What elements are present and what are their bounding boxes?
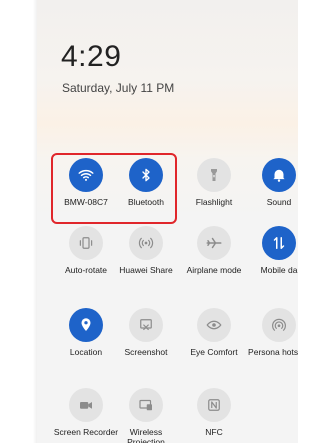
- tile-nfc[interactable]: NFC: [179, 388, 249, 443]
- tile-airplane-mode[interactable]: Airplane mode: [179, 226, 249, 288]
- hotspot-icon: [262, 308, 296, 342]
- tile-wireless-projection[interactable]: Wireless Projection: [111, 388, 181, 443]
- tile-personal-hotspot[interactable]: Persona hotspot: [244, 308, 298, 370]
- eye-icon: [197, 308, 231, 342]
- quick-settings-panel: 4:29 Saturday, July 11 PM BMW-08C7 Bluet…: [37, 0, 298, 443]
- tile-eye-comfort-label: Eye Comfort: [190, 347, 238, 357]
- tile-mobile-data-label: Mobile da: [260, 265, 298, 275]
- clock-date: Saturday, July 11 PM: [62, 81, 175, 95]
- nfc-icon: [197, 388, 231, 422]
- tile-huawei-share-label: Huawei Share: [119, 265, 173, 275]
- flashlight-icon: [197, 158, 231, 192]
- tile-sound-label: Sound: [266, 197, 292, 207]
- tile-wireless-projection-label: Wireless Projection: [127, 427, 165, 443]
- projection-icon: [129, 388, 163, 422]
- location-pin-icon: [69, 308, 103, 342]
- video-camera-icon: [69, 388, 103, 422]
- tile-sound[interactable]: Sound: [244, 158, 298, 220]
- data-arrows-icon: [262, 226, 296, 260]
- tile-bluetooth[interactable]: Bluetooth: [111, 158, 181, 220]
- rotate-icon: [69, 226, 103, 260]
- bluetooth-icon: [129, 158, 163, 192]
- tile-mobile-data[interactable]: Mobile da: [244, 226, 298, 288]
- tile-nfc-label: NFC: [205, 427, 223, 437]
- tile-screenshot-label: Screenshot: [124, 347, 168, 357]
- tile-flashlight[interactable]: Flashlight: [179, 158, 249, 220]
- wifi-icon: [69, 158, 103, 192]
- screenshot-scissors-icon: [129, 308, 163, 342]
- tile-bluetooth-label: Bluetooth: [128, 197, 164, 207]
- bell-icon: [262, 158, 296, 192]
- tile-airplane-mode-label: Airplane mode: [186, 265, 242, 275]
- airplane-icon: [197, 226, 231, 260]
- tile-personal-hotspot-label: Persona hotspot: [248, 347, 298, 357]
- tile-eye-comfort[interactable]: Eye Comfort: [179, 308, 249, 370]
- tile-screenshot[interactable]: Screenshot: [111, 308, 181, 370]
- clock-time: 4:29: [61, 40, 122, 73]
- share-waves-icon: [129, 226, 163, 260]
- tile-flashlight-label: Flashlight: [195, 197, 233, 207]
- tile-huawei-share[interactable]: Huawei Share: [111, 226, 181, 288]
